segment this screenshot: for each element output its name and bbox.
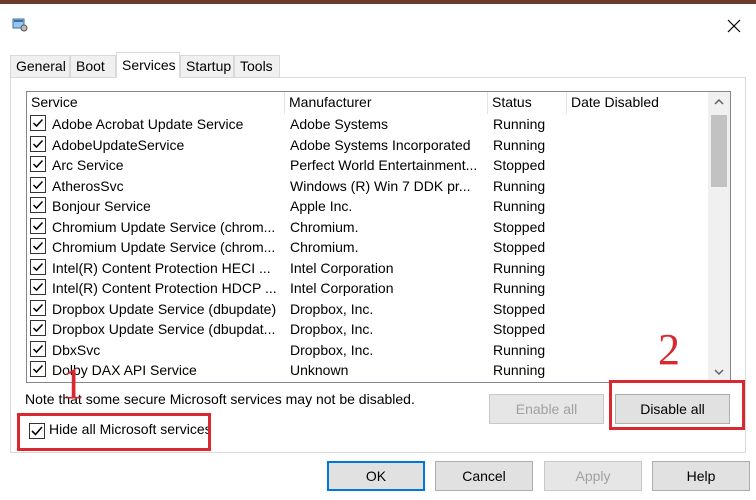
service-manufacturer: Perfect World Entertainment... <box>290 157 478 173</box>
service-status: Running <box>493 341 546 358</box>
service-manufacturer: Adobe Systems Incorporated <box>290 136 471 153</box>
column-header-status[interactable]: Status <box>488 92 567 114</box>
table-row[interactable]: Dropbox Update Service (dbupdat... Dropbo… <box>27 319 707 340</box>
table-row[interactable]: DbxSvc Dropbox, Inc. Running <box>27 340 707 361</box>
service-checkbox[interactable] <box>30 176 46 193</box>
table-row[interactable]: Dolby DAX API Service Unknown Running <box>27 360 707 381</box>
table-row[interactable]: AdobeUpdateService Adobe Systems Incorpor… <box>27 135 707 156</box>
service-status: Running <box>493 280 546 296</box>
service-checkbox[interactable] <box>30 115 46 131</box>
table-row[interactable]: Chromium Update Service (chrom... Chromiu… <box>27 217 707 238</box>
service-manufacturer: Intel Corporation <box>290 259 394 276</box>
service-name: Adobe Acrobat Update Service <box>52 116 244 132</box>
column-header-service[interactable]: Service <box>27 92 285 114</box>
vertical-scrollbar[interactable] <box>708 92 730 382</box>
service-manufacturer: Dropbox, Inc. <box>290 321 374 337</box>
service-manufacturer: Chromium. <box>290 239 359 255</box>
table-row[interactable]: AtherosSvc Windows (R) Win 7 DDK pr... Run… <box>27 176 707 197</box>
service-name: Intel(R) Content Protection HECI ... <box>52 259 271 276</box>
service-checkbox[interactable] <box>30 320 46 336</box>
highlight-box-hide-microsoft <box>17 413 211 451</box>
table-row[interactable]: Bonjour Service Apple Inc. Running <box>27 196 707 217</box>
service-status: Stopped <box>493 218 546 235</box>
table-row[interactable]: Arc Service Perfect World Entertainment..… <box>27 155 707 176</box>
service-status: Running <box>493 362 546 378</box>
service-manufacturer: Dropbox, Inc. <box>290 300 374 317</box>
annotation-marker-1: 1 <box>62 359 84 408</box>
table-row[interactable]: Intel(R) Content Protection HDCP ... Inte… <box>27 278 707 299</box>
dialog-button-bar: OK Cancel Apply Help <box>0 455 756 500</box>
table-row[interactable]: Dropbox Update Service (dbupdate) Dropbox… <box>27 299 707 320</box>
service-name: Arc Service <box>52 157 124 173</box>
tab-general[interactable]: General <box>10 55 70 77</box>
service-checkbox[interactable] <box>30 197 46 213</box>
table-row[interactable]: Adobe Acrobat Update Service Adobe System… <box>27 114 707 135</box>
cancel-button[interactable]: Cancel <box>435 461 533 491</box>
service-manufacturer: Windows (R) Win 7 DDK pr... <box>290 177 471 194</box>
service-checkbox[interactable] <box>30 299 46 316</box>
close-icon[interactable] <box>722 14 746 38</box>
scroll-up-icon[interactable] <box>708 92 730 112</box>
service-status: Running <box>493 177 546 194</box>
tab-services[interactable]: Services <box>116 52 180 78</box>
service-name: AdobeUpdateService <box>52 136 185 153</box>
service-name: Chromium Update Service (chrom... <box>52 218 276 235</box>
apply-button[interactable]: Apply <box>544 461 642 491</box>
enable-all-button[interactable]: Enable all <box>489 394 604 424</box>
table-row[interactable]: Intel(R) Content Protection HECI ... Inte… <box>27 258 707 279</box>
service-name: Intel(R) Content Protection HDCP ... <box>52 280 277 296</box>
service-manufacturer: Chromium. <box>290 218 359 235</box>
service-status: Stopped <box>493 321 546 337</box>
service-name: Dolby DAX API Service <box>52 362 197 378</box>
service-status: Stopped <box>493 300 546 317</box>
system-configuration-icon <box>12 16 28 32</box>
service-status: Running <box>493 259 546 276</box>
service-checkbox[interactable] <box>30 258 46 275</box>
service-checkbox[interactable] <box>30 135 46 152</box>
column-header-date-disabled[interactable]: Date Disabled <box>567 92 707 114</box>
service-checkbox[interactable] <box>30 156 46 172</box>
service-name: Chromium Update Service (chrom... <box>52 239 276 255</box>
table-row[interactable]: Chromium Update Service (chrom... Chromiu… <box>27 237 707 258</box>
scroll-down-icon[interactable] <box>708 362 730 382</box>
service-status: Running <box>493 136 546 153</box>
column-header-manufacturer[interactable]: Manufacturer <box>285 92 488 114</box>
tab-startup[interactable]: Startup <box>180 55 234 77</box>
service-manufacturer: Adobe Systems <box>290 116 389 132</box>
service-checkbox[interactable] <box>30 340 46 357</box>
services-list[interactable]: Service Manufacturer Status Date Disable… <box>26 91 731 383</box>
service-manufacturer: Intel Corporation <box>290 280 394 296</box>
service-status: Stopped <box>493 157 546 173</box>
service-status: Stopped <box>493 239 546 255</box>
service-checkbox[interactable] <box>30 238 46 254</box>
ok-button[interactable]: OK <box>327 461 425 491</box>
scroll-thumb[interactable] <box>711 115 727 187</box>
annotation-marker-2: 2 <box>658 325 680 374</box>
help-button[interactable]: Help <box>652 461 750 491</box>
service-name: Dropbox Update Service (dbupdat... <box>52 321 276 337</box>
service-manufacturer: Unknown <box>290 362 349 378</box>
service-status: Running <box>493 116 546 132</box>
service-manufacturer: Apple Inc. <box>290 198 353 214</box>
service-name: Dropbox Update Service (dbupdate) <box>52 300 277 317</box>
service-status: Running <box>493 198 546 214</box>
service-name: Bonjour Service <box>52 198 151 214</box>
service-checkbox[interactable] <box>30 361 46 377</box>
title-bar <box>0 4 756 46</box>
tab-boot[interactable]: Boot <box>70 55 116 77</box>
list-header: Service Manufacturer Status Date Disable… <box>27 92 707 114</box>
service-manufacturer: Dropbox, Inc. <box>290 341 374 358</box>
tab-tools[interactable]: Tools <box>234 55 280 77</box>
service-name: DbxSvc <box>52 341 101 358</box>
service-checkbox[interactable] <box>30 217 46 234</box>
service-checkbox[interactable] <box>30 279 46 295</box>
highlight-box-disable-all <box>609 380 745 430</box>
service-name: AtherosSvc <box>52 177 124 194</box>
